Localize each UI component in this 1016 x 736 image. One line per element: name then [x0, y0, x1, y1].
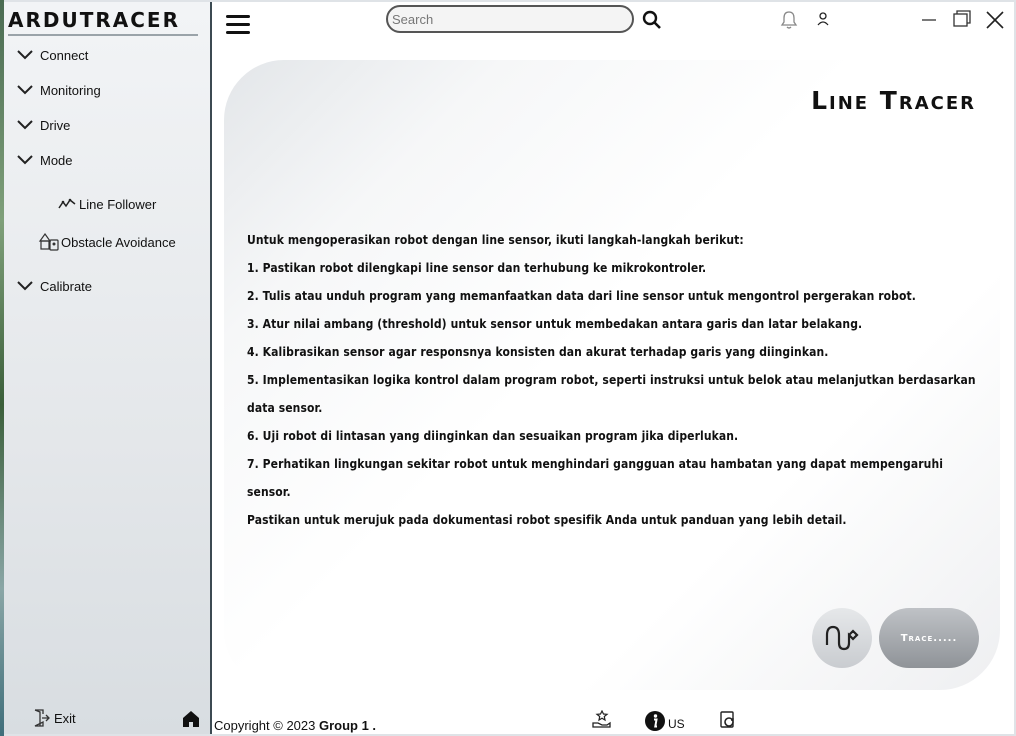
- sidebar-item-label: Line Follower: [79, 196, 157, 212]
- main-panel: Line Tracer Untuk mengoperasikan robot d…: [212, 2, 1014, 734]
- sidebar-item-label: Monitoring: [40, 82, 101, 98]
- close-icon[interactable]: [985, 10, 1005, 30]
- exit-button[interactable]: Exit: [32, 709, 76, 727]
- chevron-down-icon: [17, 50, 33, 60]
- sidebar-item-label: Connect: [40, 47, 89, 63]
- sidebar: ArduTracer Connect Monitoring Drive Mode…: [4, 2, 212, 734]
- minimize-icon[interactable]: [920, 10, 938, 28]
- sidebar-item-obstacle-avoidance[interactable]: Obstacle Avoidance: [38, 231, 176, 253]
- instruction-line: 6. Uji robot di lintasan yang diinginkan…: [247, 429, 739, 443]
- copyright-text: Copyright © 2023 Group 1 .: [214, 718, 376, 733]
- instruction-line: 7. Perhatikan lingkungan sekitar robot u…: [247, 457, 944, 499]
- page-title: Line Tracer: [811, 86, 976, 115]
- instruction-line: 5. Implementasikan logika kontrol dalam …: [247, 373, 976, 415]
- sidebar-item-mode[interactable]: Mode: [16, 149, 73, 171]
- chevron-down-icon: [17, 155, 33, 165]
- exit-icon: [34, 709, 50, 727]
- info-icon[interactable]: [644, 710, 666, 732]
- restore-icon[interactable]: [952, 10, 972, 28]
- app-logo: ArduTracer: [8, 8, 198, 36]
- group-name: Group 1 .: [318, 718, 377, 733]
- instructions: Untuk mengoperasikan robot dengan line s…: [247, 226, 987, 534]
- sidebar-item-calibrate[interactable]: Calibrate: [16, 275, 92, 297]
- content-card: Line Tracer Untuk mengoperasikan robot d…: [224, 60, 1000, 690]
- trace-button[interactable]: Trace.....: [879, 608, 979, 668]
- path-curve-icon: [825, 625, 859, 651]
- sidebar-item-monitoring[interactable]: Monitoring: [16, 79, 101, 101]
- document-refresh-icon[interactable]: [718, 710, 738, 730]
- search-icon[interactable]: [642, 10, 662, 30]
- instruction-line: Pastikan untuk merujuk pada dokumentasi …: [247, 513, 847, 527]
- exit-label: Exit: [54, 710, 76, 726]
- chevron-down-icon: [17, 85, 33, 95]
- search-input[interactable]: [386, 5, 634, 33]
- sidebar-item-line-follower[interactable]: Line Follower: [58, 193, 156, 215]
- user-icon[interactable]: [816, 11, 830, 27]
- hamburger-menu-icon[interactable]: [226, 14, 250, 36]
- sidebar-item-label: Mode: [40, 152, 73, 168]
- chevron-down-icon: [17, 120, 33, 130]
- line-chart-icon: [58, 198, 76, 209]
- sidebar-item-label: Drive: [40, 117, 71, 133]
- instruction-line: 2. Tulis atau unduh program yang memanfa…: [247, 289, 916, 303]
- sidebar-item-drive[interactable]: Drive: [16, 114, 70, 136]
- top-bar: [212, 2, 1014, 42]
- sidebar-item-connect[interactable]: Connect: [16, 44, 88, 66]
- instruction-line: 4. Kalibrasikan sensor agar responsnya k…: [247, 345, 829, 359]
- footer: Copyright © 2023 Group 1 . US: [212, 706, 1014, 734]
- instruction-line: Untuk mengoperasikan robot dengan line s…: [247, 233, 744, 247]
- us-label[interactable]: US: [668, 717, 685, 731]
- obstacle-icon: [38, 232, 59, 251]
- sidebar-item-label: Obstacle Avoidance: [61, 234, 176, 250]
- path-button[interactable]: [812, 608, 872, 668]
- instruction-line: 1. Pastikan robot dilengkapi line sensor…: [247, 261, 707, 275]
- sidebar-item-label: Calibrate: [40, 278, 93, 294]
- chevron-down-icon: [17, 281, 33, 291]
- copyright-prefix: Copyright © 2023: [214, 718, 319, 733]
- bell-icon[interactable]: [780, 10, 798, 30]
- home-icon[interactable]: [182, 710, 200, 728]
- instruction-line: 3. Atur nilai ambang (threshold) untuk s…: [247, 317, 863, 331]
- award-hand-icon[interactable]: [592, 710, 612, 730]
